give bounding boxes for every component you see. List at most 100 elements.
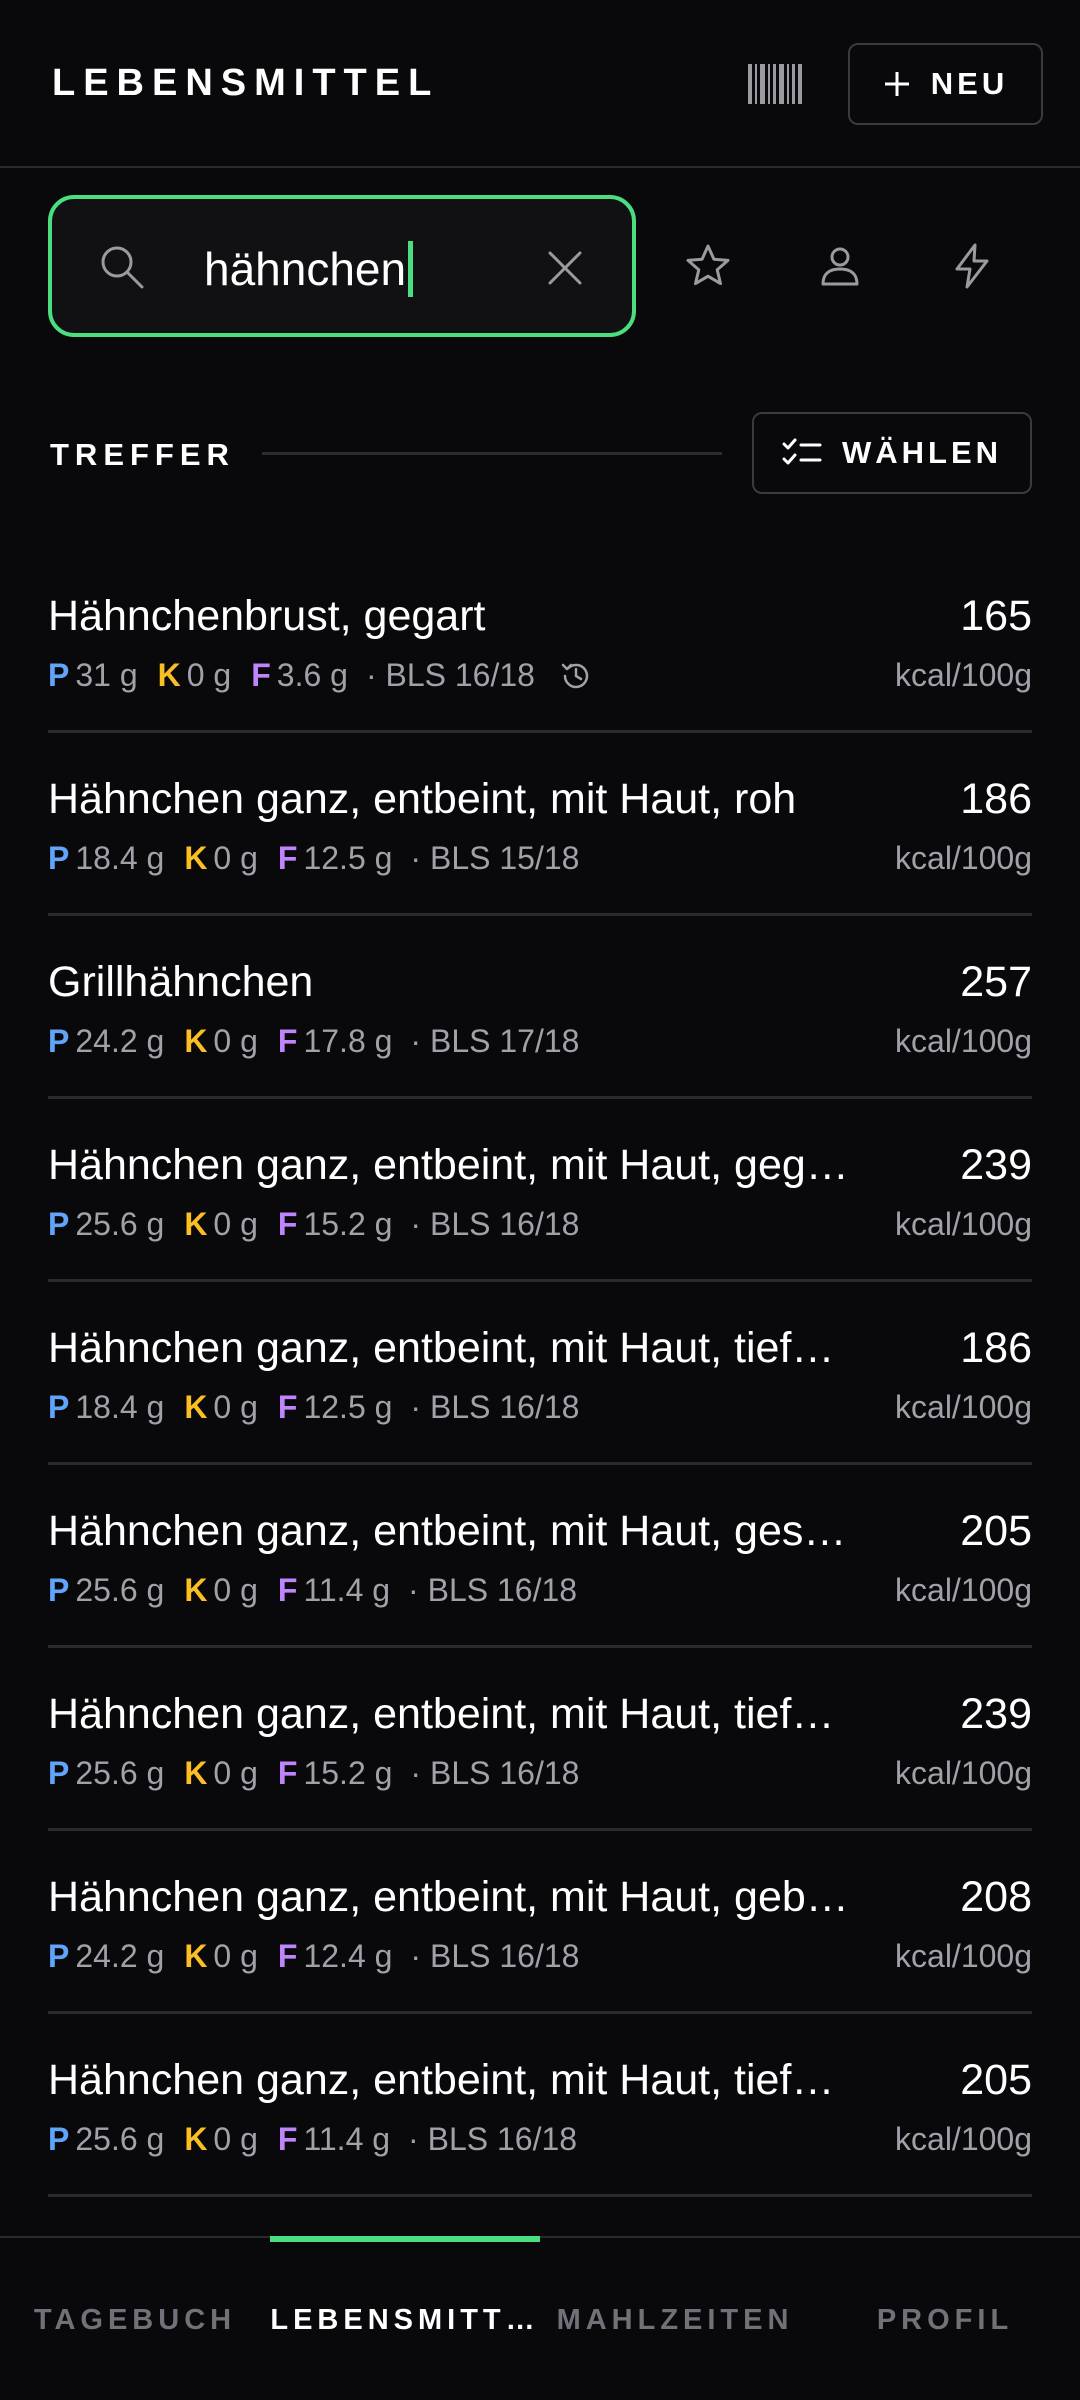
fat-value: 3.6 g: [276, 657, 348, 693]
food-macros: P 25.6 g K0 g F 11.4 g · BLS 16/18: [48, 1572, 577, 1609]
select-button[interactable]: WÄHLEN: [752, 412, 1032, 494]
protein-value: 31 g: [75, 657, 138, 693]
list-item[interactable]: Hähnchen ganz, entbeint, mit Haut, tief……: [48, 1282, 1032, 1465]
carbs-letter: K: [157, 657, 181, 693]
food-source: · BLS 16/18: [408, 2121, 578, 2157]
protein-value: 24.2 g: [75, 1023, 165, 1059]
food-kcal-unit: kcal/100g: [895, 657, 1032, 693]
fat-value: 15.2 g: [303, 1755, 393, 1791]
food-macros: P 18.4 g K0 g F 12.5 g · BLS 16/18: [48, 1389, 579, 1426]
protein-value: 24.2 g: [75, 1938, 165, 1974]
protein-letter: P: [48, 2121, 70, 2157]
food-kcal-unit: kcal/100g: [895, 2121, 1032, 2157]
food-name: Hähnchenbrust, gegart: [48, 592, 486, 640]
fat-letter: F: [277, 1023, 298, 1059]
list-item[interactable]: Hähnchenbrust, gegart 165 P 31 g K0 g F 3.6 g ·…: [48, 550, 1032, 733]
food-name: Hähnchen ganz, entbeint, mit Haut, ges…: [48, 1507, 847, 1555]
carbs-letter: K: [184, 2121, 208, 2157]
food-source: · BLS 16/18: [408, 1572, 578, 1608]
carbs-value: 0 g: [213, 1755, 258, 1791]
protein-letter: P: [48, 1755, 70, 1791]
list-item[interactable]: Hähnchen ganz, entbeint, mit Haut, tief……: [48, 1648, 1032, 1831]
header: LEBENSMITTEL NEU: [0, 0, 1080, 168]
food-kcal: 208: [960, 1873, 1032, 1921]
protein-letter: P: [48, 840, 70, 876]
barcode-scan-button[interactable]: [748, 64, 802, 104]
food-kcal-unit: kcal/100g: [895, 1206, 1032, 1242]
list-item[interactable]: Hähnchen ganz, entbeint, mit Haut, roh 18…: [48, 733, 1032, 916]
carbs-value: 0 g: [186, 657, 232, 693]
list-item[interactable]: Hähnchen ganz, entbeint, mit Haut, ges… 2…: [48, 1465, 1032, 1648]
food-kcal: 257: [960, 958, 1032, 1006]
tab-profil[interactable]: PROFIL: [810, 2304, 1080, 2337]
results-label: TREFFER: [50, 437, 235, 472]
carbs-value: 0 g: [213, 1938, 258, 1974]
carbs-value: 0 g: [213, 1389, 258, 1425]
tab-mahlzeiten[interactable]: MAHLZEITEN: [540, 2304, 810, 2337]
active-tab-indicator: [270, 2236, 540, 2242]
divider: [262, 452, 722, 455]
search-value: hähnchen: [204, 241, 414, 297]
fat-value: 12.5 g: [303, 1389, 393, 1425]
list-item[interactable]: Hähnchen ganz, entbeint, mit Haut, tief……: [48, 2014, 1032, 2197]
carbs-value: 0 g: [213, 1023, 258, 1059]
bolt-icon[interactable]: [948, 242, 996, 290]
protein-letter: P: [48, 1206, 70, 1242]
protein-letter: P: [48, 1938, 70, 1974]
food-name: Hähnchen ganz, entbeint, mit Haut, tief…: [48, 2056, 835, 2104]
tab-tagebuch[interactable]: TAGEBUCH: [0, 2304, 270, 2337]
food-kcal: 239: [960, 1141, 1032, 1189]
carbs-letter: K: [184, 840, 208, 876]
checklist-icon: [782, 438, 822, 465]
carbs-value: 0 g: [213, 1572, 258, 1608]
plus-icon: [884, 72, 909, 96]
fat-value: 11.4 g: [303, 2121, 391, 2157]
food-source: · BLS 16/18: [410, 1206, 580, 1242]
food-macros: P 25.6 g K0 g F 15.2 g · BLS 16/18: [48, 1206, 579, 1243]
list-item[interactable]: Hähnchen ganz, entbeint, mit Haut, geb… 2…: [48, 1831, 1032, 2014]
fat-letter: F: [251, 657, 271, 693]
food-name: Hähnchen ganz, entbeint, mit Haut, tief…: [48, 1690, 835, 1738]
food-name: Grillhähnchen: [48, 958, 314, 1006]
new-button-label: NEU: [930, 66, 1009, 101]
food-kcal: 165: [960, 592, 1032, 640]
fat-value: 15.2 g: [303, 1206, 393, 1242]
food-kcal: 186: [960, 1324, 1032, 1372]
page-title: LEBENSMITTEL: [52, 62, 440, 104]
carbs-letter: K: [184, 1023, 208, 1059]
tab-lebensmittel[interactable]: LEBENSMITT…: [270, 2304, 540, 2337]
food-kcal-unit: kcal/100g: [895, 1389, 1032, 1425]
protein-value: 25.6 g: [75, 2121, 165, 2157]
user-icon[interactable]: [816, 242, 864, 290]
bottom-nav: TAGEBUCH LEBENSMITT… MAHLZEITEN PROFIL: [0, 2236, 1080, 2400]
food-kcal-unit: kcal/100g: [895, 1938, 1032, 1974]
star-icon[interactable]: [684, 242, 732, 290]
fat-value: 12.4 g: [303, 1938, 393, 1974]
carbs-value: 0 g: [213, 1206, 258, 1242]
food-macros: P 25.6 g K0 g F 11.4 g · BLS 16/18: [48, 2121, 577, 2158]
fat-letter: F: [277, 1389, 298, 1425]
food-source: · BLS 16/18: [410, 1755, 580, 1791]
food-macros: P 24.2 g K0 g F 17.8 g · BLS 17/18: [48, 1023, 579, 1060]
barcode-icon: [748, 64, 802, 104]
food-name: Hähnchen ganz, entbeint, mit Haut, roh: [48, 775, 797, 823]
food-source: · BLS 16/18: [365, 657, 535, 693]
carbs-value: 0 g: [213, 840, 258, 876]
food-source: · BLS 17/18: [410, 1023, 580, 1059]
protein-value: 18.4 g: [75, 1389, 165, 1425]
carbs-letter: K: [184, 1938, 208, 1974]
list-item[interactable]: Grillhähnchen 257 P 24.2 g K0 g F 17.8 g · BLS …: [48, 916, 1032, 1099]
food-kcal-unit: kcal/100g: [895, 1023, 1032, 1059]
food-kcal: 205: [960, 2056, 1032, 2104]
list-item[interactable]: Hähnchen ganz, entbeint, mit Haut, geg… 2…: [48, 1099, 1032, 1282]
fat-letter: F: [277, 1206, 298, 1242]
new-food-button[interactable]: NEU: [848, 43, 1043, 125]
protein-letter: P: [48, 1572, 70, 1608]
food-kcal-unit: kcal/100g: [895, 840, 1032, 876]
fat-value: 12.5 g: [303, 840, 393, 876]
fat-letter: F: [277, 1755, 298, 1791]
food-name: Hähnchen ganz, entbeint, mit Haut, geb…: [48, 1873, 849, 1921]
clear-icon[interactable]: [546, 249, 584, 287]
protein-value: 25.6 g: [75, 1206, 165, 1242]
search-input[interactable]: hähnchen: [48, 195, 636, 337]
